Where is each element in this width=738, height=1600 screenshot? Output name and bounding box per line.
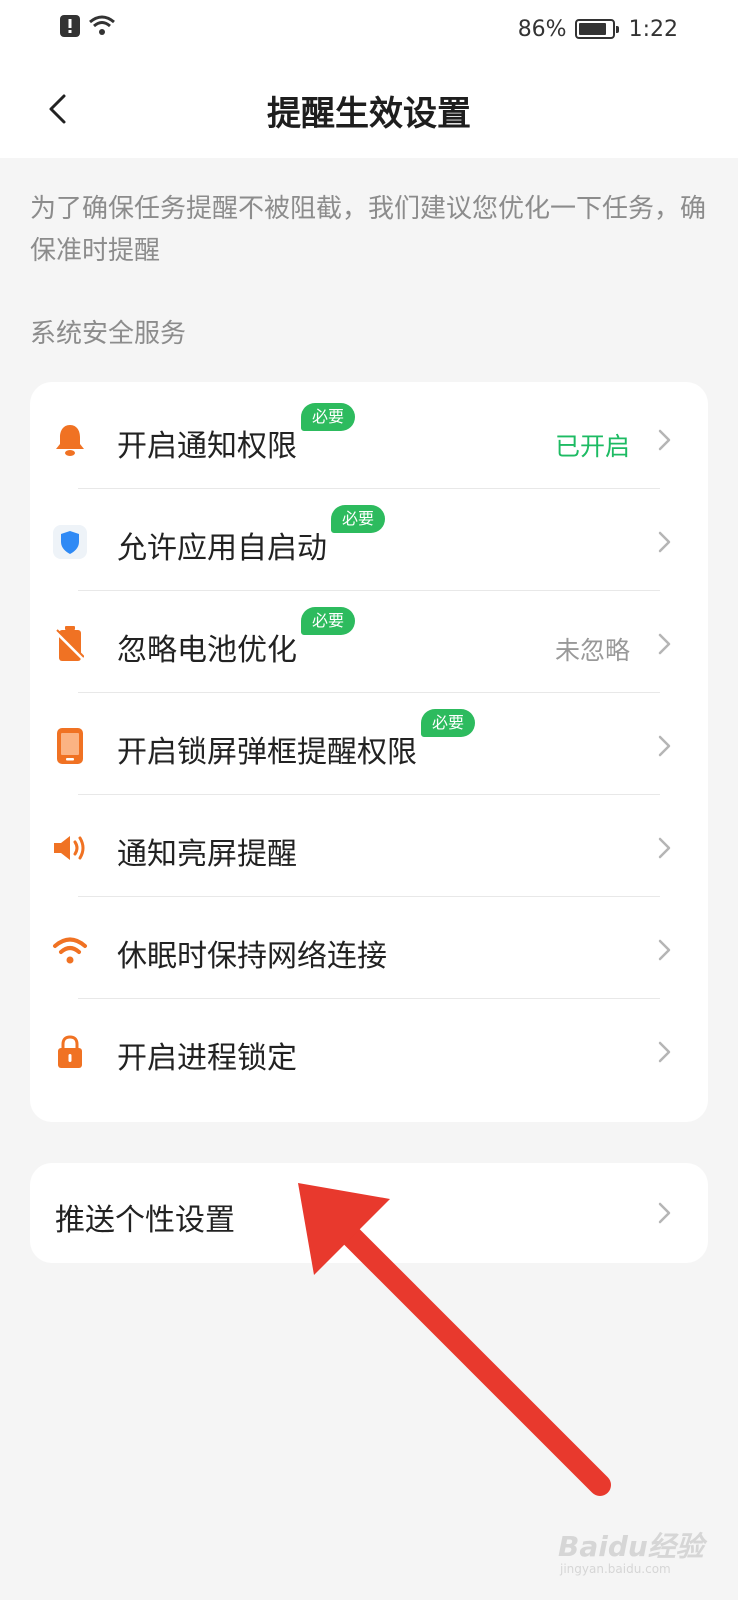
speaker-icon [52,830,88,866]
battery-status-icon [574,19,619,39]
clock: 1:22 [628,16,678,42]
wifi-status-icon [88,15,116,43]
settings-row-label: 开启通知权限 必要 [117,403,356,465]
settings-row-wake-screen[interactable]: 通知亮屏提醒 [30,795,708,897]
back-button[interactable] [32,84,82,134]
chevron-right-icon [658,939,671,961]
settings-row-label: 开启进程锁定 [117,1041,297,1076]
settings-row-autostart[interactable]: 允许应用自启动 必要 [30,489,708,591]
required-badge: 必要 [301,403,356,431]
chevron-left-icon [49,94,66,124]
section-title: 系统安全服务 [30,319,187,349]
alert-icon [60,15,80,43]
required-badge: 必要 [301,607,356,635]
settings-row-battery[interactable]: 忽略电池优化 必要 未忽略 [30,591,708,693]
wifi-icon [52,932,88,968]
chevron-right-icon [658,1041,671,1063]
settings-row-label: 通知亮屏提醒 [117,837,297,872]
intro-text: 为了确保任务提醒不被阻截，我们建议您优化一下任务，确保准时提醒 [30,194,707,266]
status-not-ignored: 未忽略 [554,636,630,665]
chevron-right-icon [658,633,671,655]
chevron-right-icon [658,837,671,859]
watermark-url: jingyan.baidu.com [560,1562,671,1576]
annotation-arrow-icon [298,1183,611,1496]
settings-row-network[interactable]: 休眠时保持网络连接 [30,897,708,999]
settings-row-label: 允许应用自启动 必要 [117,505,386,567]
status-enabled: 已开启 [554,432,630,461]
status-bar: 86% 1:22 [0,0,738,58]
settings-row-label: 忽略电池优化 必要 [117,607,356,669]
shield-icon [52,524,88,560]
status-left [60,15,116,43]
status-right: 86% 1:22 [518,17,678,42]
settings-row-label: 开启锁屏弹框提醒权限 必要 [117,709,476,771]
page-title: 提醒生效设置 [267,93,471,134]
push-settings-label: 推送个性设置 [55,1203,235,1238]
bell-icon [52,422,88,458]
phone-icon [52,728,88,764]
chevron-right-icon [658,1202,671,1224]
chevron-right-icon [658,531,671,553]
chevron-right-icon [658,429,671,451]
nav-bar: 提醒生效设置 [0,70,738,150]
lock-icon [52,1034,88,1070]
settings-row-notification[interactable]: 开启通知权限 必要 已开启 [30,387,708,489]
watermark-logo: Baidu经验 [558,1530,704,1563]
chevron-right-icon [658,735,671,757]
settings-row-process-lock[interactable]: 开启进程锁定 [30,999,708,1101]
required-badge: 必要 [331,505,386,533]
settings-row-lockscreen[interactable]: 开启锁屏弹框提醒权限 必要 [30,693,708,795]
battery-percentage: 86% [517,16,567,42]
required-badge: 必要 [421,709,476,737]
battery-icon [52,626,88,662]
settings-card: 开启通知权限 必要 已开启 允许应用自启动 必要 忽略电池优化 必要 未忽略 开启锁屏… [30,382,708,1122]
settings-row-label: 休眠时保持网络连接 [117,939,387,974]
